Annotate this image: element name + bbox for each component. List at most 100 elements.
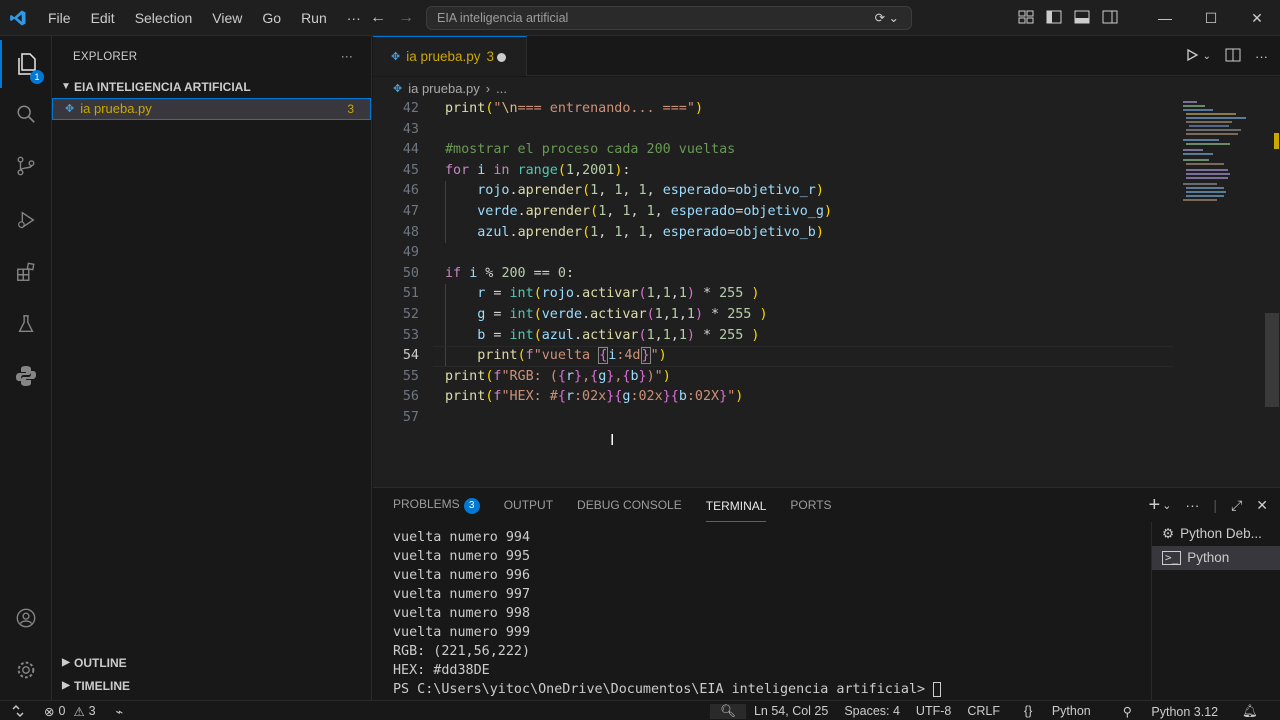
- panel-more-icon[interactable]: ···: [1185, 497, 1199, 513]
- code-line: 50 if i % 200 == 0:: [402, 265, 574, 281]
- terminal-line: HEX: #dd38DE: [393, 663, 490, 678]
- terminal-output[interactable]: vuelta numero 994 vuelta numero 995 vuel…: [393, 528, 1153, 699]
- python-interpreter[interactable]: ⚲ Python 3.12: [1107, 704, 1234, 719]
- terminal-line: vuelta numero 997: [393, 587, 531, 602]
- code-line: 56 print(f"HEX: #{r:02x}{g:02x}{b:02X}"): [402, 389, 744, 405]
- maximize-panel-icon[interactable]: ⤢: [1231, 497, 1242, 514]
- minimize-icon[interactable]: —: [1142, 10, 1188, 26]
- tab-problem-count: 3: [486, 49, 495, 64]
- breadcrumb-rest[interactable]: ...: [496, 81, 507, 96]
- forward-arrow-icon[interactable]: →: [398, 9, 414, 27]
- cursor-position[interactable]: Ln 54, Col 25: [746, 704, 836, 718]
- timeline-section[interactable]: ▶ TIMELINE: [52, 675, 130, 697]
- back-arrow-icon[interactable]: ←: [370, 9, 386, 27]
- run-python-file-icon[interactable]: [1185, 48, 1199, 65]
- breadcrumb-file[interactable]: ia prueba.py: [408, 81, 480, 96]
- terminal-line: vuelta numero 996: [393, 568, 531, 583]
- file-problem-count: 3: [347, 102, 354, 116]
- copilot-icon[interactable]: ⟳ ⌄: [875, 7, 899, 29]
- indentation[interactable]: Spaces: 4: [836, 704, 908, 718]
- menu-edit[interactable]: Edit: [81, 0, 125, 36]
- code-line: 45 for i in range(1,2001):: [402, 162, 631, 178]
- tab-output[interactable]: OUTPUT: [504, 498, 553, 512]
- run-debug-icon[interactable]: [0, 196, 52, 244]
- remote-indicator-icon[interactable]: [0, 701, 36, 720]
- error-icon: ⊗: [44, 704, 55, 719]
- vscode-logo-icon: [0, 0, 36, 36]
- timeline-label: TIMELINE: [74, 679, 130, 693]
- menu-more[interactable]: ···: [337, 0, 371, 36]
- tab-debug-console[interactable]: DEBUG CONSOLE: [577, 498, 682, 512]
- problems-status[interactable]: ⊗ 0 ⚠ 3 ⌁: [44, 701, 123, 720]
- chevron-right-icon: ▶: [62, 680, 70, 691]
- toggle-primary-sidebar-icon[interactable]: [1040, 10, 1068, 27]
- editor-more-icon[interactable]: ···: [1255, 49, 1268, 64]
- terminal-prompt: PS C:\Users\yitoc\OneDrive\Documentos\EI…: [393, 682, 934, 697]
- workspace-folder[interactable]: ▼ EIA INTELIGENCIA ARTIFICIAL: [52, 76, 371, 98]
- text-cursor-icon: I: [610, 432, 615, 449]
- code-editor[interactable]: 42 print("\n=== entrenando... ===") 43 44…: [373, 99, 1280, 487]
- command-center-search[interactable]: EIA inteligencia artificial ⟳ ⌄: [426, 6, 912, 30]
- menu-view[interactable]: View: [202, 0, 252, 36]
- zoom-icon[interactable]: 🔍︎: [710, 703, 746, 719]
- problems-badge: 3: [463, 497, 480, 514]
- python-file-icon: ✥: [393, 82, 403, 95]
- settings-gear-icon[interactable]: [0, 646, 52, 694]
- terminal-item-python-debug[interactable]: ⚙ Python Deb...: [1152, 522, 1280, 546]
- end-of-line[interactable]: CRLF: [959, 704, 1008, 718]
- source-control-icon[interactable]: [0, 142, 52, 190]
- explorer-icon[interactable]: 1: [0, 40, 52, 88]
- tab-ia-prueba[interactable]: ✥ ia prueba.py 3: [373, 36, 527, 76]
- minimap[interactable]: [1180, 99, 1266, 209]
- customize-layout-icon[interactable]: [1012, 10, 1040, 27]
- tab-terminal[interactable]: TERMINAL: [705, 489, 767, 522]
- error-count: 0: [58, 704, 66, 718]
- close-window-icon[interactable]: ✕: [1234, 10, 1280, 27]
- file-item-ia-prueba[interactable]: ✥ ia prueba.py 3: [52, 98, 371, 120]
- activity-bar: 1: [0, 36, 52, 700]
- menu-run[interactable]: Run: [291, 0, 337, 36]
- outline-section[interactable]: ▶ OUTLINE: [52, 652, 127, 674]
- code-line: 57: [402, 410, 419, 425]
- menu-file[interactable]: File: [38, 0, 81, 36]
- tab-problems[interactable]: PROBLEMS 3: [393, 497, 480, 514]
- toggle-panel-icon[interactable]: [1068, 10, 1096, 27]
- explorer-more-icon[interactable]: ···: [341, 36, 353, 78]
- search-icon[interactable]: [0, 90, 52, 138]
- encoding[interactable]: UTF-8: [908, 704, 959, 718]
- terminal-line: vuelta numero 999: [393, 625, 531, 640]
- maximize-icon[interactable]: ☐: [1188, 10, 1234, 27]
- braces-icon: {}: [1024, 704, 1033, 718]
- split-editor-icon[interactable]: [1225, 48, 1241, 65]
- language-mode[interactable]: {} Python: [1008, 704, 1107, 718]
- toggle-secondary-sidebar-icon[interactable]: [1096, 10, 1124, 27]
- python-icon[interactable]: [0, 352, 52, 400]
- extensions-icon[interactable]: [0, 248, 52, 296]
- unsaved-dot-icon[interactable]: [497, 53, 506, 62]
- editor-scrollbar[interactable]: [1265, 99, 1279, 487]
- scrollbar-thumb[interactable]: [1265, 313, 1279, 407]
- tab-ports[interactable]: PORTS: [790, 498, 831, 512]
- editor-tabs: ✥ ia prueba.py 3 ⌄ ···: [373, 36, 1280, 76]
- notifications-bell-icon[interactable]: 🔔︎: [1234, 704, 1266, 719]
- title-bar: File Edit Selection View Go Run ··· ← → …: [0, 0, 1280, 36]
- search-label: EIA inteligencia artificial: [437, 11, 569, 25]
- close-panel-icon[interactable]: ✕: [1256, 497, 1268, 514]
- menu-go[interactable]: Go: [252, 0, 291, 36]
- run-dropdown-chevron-icon[interactable]: ⌄: [1203, 51, 1211, 62]
- testing-icon[interactable]: [0, 300, 52, 348]
- explorer-title: EXPLORER: [73, 51, 138, 63]
- terminal-dropdown-chevron-icon[interactable]: ⌄: [1162, 499, 1171, 512]
- terminal-prompt-line[interactable]: PS C:\Users\yitoc\OneDrive\Documentos\EI…: [393, 680, 1153, 699]
- code-line: 51 r = int(rojo.activar(1,1,1) * 255 ): [402, 286, 760, 302]
- new-terminal-icon[interactable]: +: [1149, 494, 1161, 517]
- terminal-item-python[interactable]: >_ Python: [1152, 546, 1280, 570]
- accounts-icon[interactable]: [0, 594, 52, 642]
- explorer-badge: 1: [30, 70, 44, 84]
- tab-label: ia prueba.py: [406, 49, 481, 64]
- ports-forward-icon[interactable]: ⌁: [116, 704, 124, 719]
- terminal-item-label: Python: [1187, 550, 1230, 565]
- code-line: 49: [402, 245, 419, 261]
- terminal-cursor: [933, 681, 942, 697]
- menu-selection[interactable]: Selection: [125, 0, 203, 36]
